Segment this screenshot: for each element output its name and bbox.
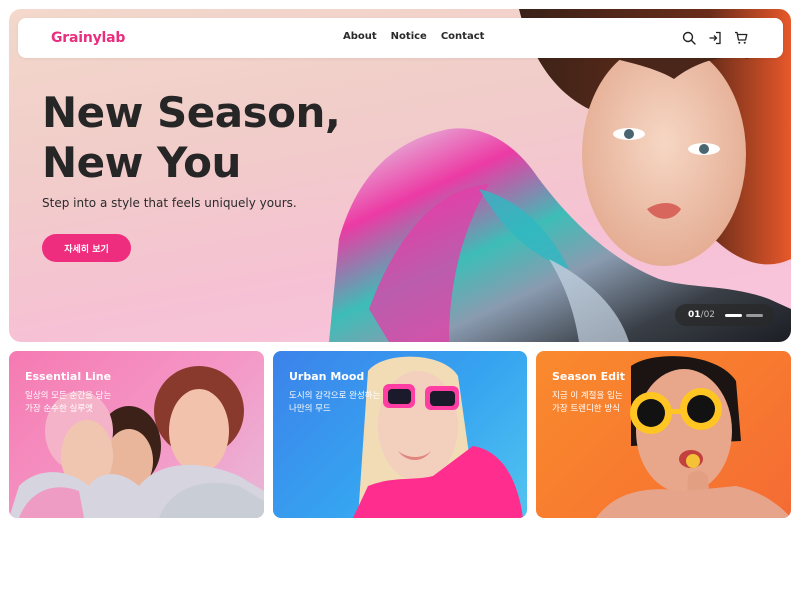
hero-title: New Season, New You	[42, 88, 342, 188]
login-icon[interactable]	[706, 29, 723, 46]
brand-logo[interactable]: Grainylab	[51, 30, 125, 46]
card-description: 일상의 모든 순간을 담는 가장 순수한 실루엣	[25, 390, 145, 416]
card-desc-line2: 가장 트렌디한 방식	[552, 404, 620, 414]
nav-link-contact[interactable]: Contact	[441, 31, 485, 42]
hero-subtitle: Step into a style that feels uniquely yo…	[42, 196, 297, 210]
nav-icons	[680, 29, 749, 46]
pager-total: 02	[703, 310, 716, 320]
cart-icon[interactable]	[732, 29, 749, 46]
card-title: Urban Mood	[289, 370, 365, 383]
card-urban-mood[interactable]: Urban Mood 도시의 감각으로 완성하는 나만의 무드	[273, 351, 527, 518]
hero-image	[329, 9, 791, 342]
card-desc-line2: 가장 순수한 실루엣	[25, 404, 93, 414]
pager-bar-next[interactable]	[746, 313, 764, 317]
nav-links: About Notice Contact	[343, 31, 484, 42]
top-navbar: Grainylab About Notice Contact	[18, 18, 783, 58]
hero-title-line2: New You	[42, 138, 241, 187]
card-desc-line1: 지금 이 계절을 입는	[552, 391, 623, 401]
card-desc-line1: 일상의 모든 순간을 담는	[25, 391, 112, 401]
card-desc-line1: 도시의 감각으로 완성하는	[289, 391, 381, 401]
pager-current: 01	[688, 310, 701, 320]
card-desc-line2: 나만의 무드	[289, 404, 331, 414]
pager-bar-active[interactable]	[725, 313, 743, 317]
card-title: Essential Line	[25, 370, 112, 383]
hero-pager: 01 / 02	[675, 304, 774, 326]
nav-link-about[interactable]: About	[343, 31, 377, 42]
view-more-button[interactable]: 자세히 보기	[42, 234, 131, 262]
card-essential-line[interactable]: Essential Line 일상의 모든 순간을 담는 가장 순수한 실루엣	[9, 351, 264, 518]
card-description: 도시의 감각으로 완성하는 나만의 무드	[289, 390, 409, 416]
hero-title-line1: New Season,	[42, 88, 341, 137]
search-icon[interactable]	[680, 29, 697, 46]
card-title: Season Edit	[552, 370, 625, 383]
nav-link-notice[interactable]: Notice	[391, 31, 427, 42]
card-description: 지금 이 계절을 입는 가장 트렌디한 방식	[552, 390, 672, 416]
card-season-edit[interactable]: Season Edit 지금 이 계절을 입는 가장 트렌디한 방식	[536, 351, 791, 518]
